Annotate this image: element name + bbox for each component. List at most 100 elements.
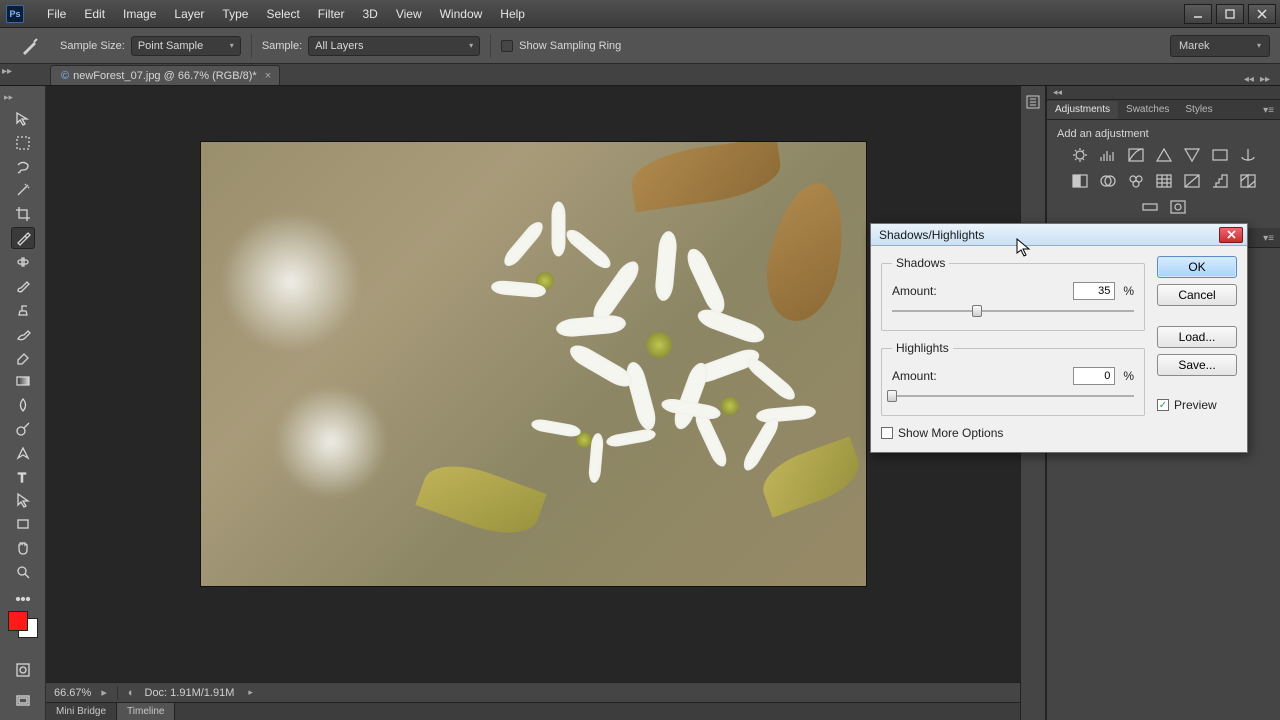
gradient-tool[interactable]: [11, 370, 35, 392]
window-minimize-button[interactable]: [1184, 4, 1212, 24]
eyedropper-tool[interactable]: [11, 227, 35, 249]
hand-tool[interactable]: [11, 537, 35, 559]
document-tab[interactable]: © newForest_07.jpg @ 66.7% (RGB/8)* ×: [50, 65, 280, 85]
menu-view[interactable]: View: [387, 3, 431, 25]
marquee-tool[interactable]: [11, 132, 35, 154]
tool-preset-icon[interactable]: [18, 34, 42, 58]
invert-icon[interactable]: [1182, 172, 1202, 190]
zoom-level[interactable]: 66.67%: [54, 687, 91, 699]
workspace-select[interactable]: Marek ▾: [1170, 35, 1270, 57]
color-balance-icon[interactable]: [1238, 146, 1258, 164]
sample-select[interactable]: All Layers ▾: [308, 36, 480, 56]
gradient-map-icon[interactable]: [1140, 198, 1160, 216]
posterize-icon[interactable]: [1210, 172, 1230, 190]
threshold-icon[interactable]: [1238, 172, 1258, 190]
vibrance-icon[interactable]: [1182, 146, 1202, 164]
sample-size-select[interactable]: Point Sample ▾: [131, 36, 241, 56]
collapse-panels-left-icon[interactable]: ◂◂: [1244, 74, 1254, 85]
color-lookup-icon[interactable]: [1154, 172, 1174, 190]
toolbox-expand-icon[interactable]: ▸▸: [4, 92, 13, 103]
crop-tool[interactable]: [11, 203, 35, 225]
menu-filter[interactable]: Filter: [309, 3, 354, 25]
cancel-button[interactable]: Cancel: [1157, 284, 1237, 306]
close-tab-icon[interactable]: ×: [265, 70, 271, 82]
channel-mixer-icon[interactable]: [1126, 172, 1146, 190]
workspace-value: Marek: [1179, 40, 1210, 52]
menu-3d[interactable]: 3D: [353, 3, 386, 25]
window-maximize-button[interactable]: [1216, 4, 1244, 24]
move-tool[interactable]: [11, 108, 35, 130]
menu-file[interactable]: File: [38, 3, 75, 25]
save-button[interactable]: Save...: [1157, 354, 1237, 376]
exposure-icon[interactable]: [1154, 146, 1174, 164]
history-brush-tool[interactable]: [11, 323, 35, 345]
preview-checkbox[interactable]: ✓: [1157, 399, 1169, 411]
black-white-icon[interactable]: [1070, 172, 1090, 190]
blur-tool[interactable]: [11, 394, 35, 416]
history-panel-icon[interactable]: [1023, 92, 1043, 112]
tab-mini-bridge[interactable]: Mini Bridge: [46, 703, 117, 720]
edit-toolbar-icon[interactable]: [11, 588, 35, 610]
panel-menu-icon[interactable]: ▾≡: [1257, 230, 1280, 247]
panel-menu-icon[interactable]: ▾≡: [1257, 102, 1280, 119]
dialog-titlebar[interactable]: Shadows/Highlights: [871, 224, 1247, 246]
menu-window[interactable]: Window: [431, 3, 492, 25]
slider-thumb[interactable]: [887, 390, 897, 402]
title-bar: Ps File Edit Image Layer Type Select Fil…: [0, 0, 1280, 28]
menu-select[interactable]: Select: [257, 3, 308, 25]
main-menu: File Edit Image Layer Type Select Filter…: [38, 3, 534, 25]
app-logo: Ps: [6, 5, 24, 23]
levels-icon[interactable]: [1098, 146, 1118, 164]
magic-wand-tool[interactable]: [11, 179, 35, 201]
highlights-amount-slider[interactable]: [892, 391, 1134, 401]
spot-healing-tool[interactable]: [11, 251, 35, 273]
slider-thumb[interactable]: [972, 305, 982, 317]
menu-layer[interactable]: Layer: [165, 3, 213, 25]
show-sampling-ring-checkbox[interactable]: [501, 40, 513, 52]
status-menu-icon[interactable]: ▸: [248, 687, 253, 698]
highlights-amount-input[interactable]: [1073, 367, 1115, 385]
hue-saturation-icon[interactable]: [1210, 146, 1230, 164]
type-tool[interactable]: T: [11, 466, 35, 488]
path-selection-tool[interactable]: [11, 489, 35, 511]
selective-color-icon[interactable]: [1168, 198, 1188, 216]
tab-swatches[interactable]: Swatches: [1118, 101, 1177, 119]
tab-timeline[interactable]: Timeline: [117, 703, 175, 720]
zoom-popup-icon[interactable]: ▸: [101, 686, 107, 699]
ok-button[interactable]: OK: [1157, 256, 1237, 278]
curves-icon[interactable]: [1126, 146, 1146, 164]
dodge-tool[interactable]: [11, 418, 35, 440]
dialog-close-button[interactable]: [1219, 227, 1243, 243]
menu-type[interactable]: Type: [213, 3, 257, 25]
screen-mode-icon[interactable]: [11, 690, 35, 712]
expose-icon[interactable]: ◐: [128, 687, 135, 699]
brightness-contrast-icon[interactable]: [1070, 146, 1090, 164]
menu-help[interactable]: Help: [491, 3, 534, 25]
collapse-panels-right-icon[interactable]: ▸▸: [1260, 74, 1270, 85]
tab-adjustments[interactable]: Adjustments: [1047, 101, 1118, 119]
collapse-panels-icon[interactable]: ◂◂: [1047, 86, 1280, 100]
document-canvas[interactable]: [201, 142, 866, 586]
foreground-color-swatch[interactable]: [8, 611, 28, 631]
pen-tool[interactable]: [11, 442, 35, 464]
tab-styles[interactable]: Styles: [1177, 101, 1220, 119]
expand-tabs-icon[interactable]: ▸▸: [2, 66, 12, 77]
window-close-button[interactable]: [1248, 4, 1276, 24]
menu-edit[interactable]: Edit: [75, 3, 114, 25]
lasso-tool[interactable]: [11, 156, 35, 178]
clone-stamp-tool[interactable]: [11, 299, 35, 321]
photo-filter-icon[interactable]: [1098, 172, 1118, 190]
menu-image[interactable]: Image: [114, 3, 165, 25]
doc-info[interactable]: Doc: 1.91M/1.91M: [145, 687, 235, 699]
brush-tool[interactable]: [11, 275, 35, 297]
show-more-options-checkbox[interactable]: [881, 427, 893, 439]
shadows-amount-input[interactable]: [1073, 282, 1115, 300]
quick-mask-icon[interactable]: [11, 659, 35, 681]
zoom-tool[interactable]: [11, 561, 35, 583]
rectangle-tool[interactable]: [11, 513, 35, 535]
sample-value: All Layers: [315, 40, 363, 52]
eraser-tool[interactable]: [11, 346, 35, 368]
shadows-amount-slider[interactable]: [892, 306, 1134, 316]
color-swatches[interactable]: [8, 611, 38, 638]
load-button[interactable]: Load...: [1157, 326, 1237, 348]
